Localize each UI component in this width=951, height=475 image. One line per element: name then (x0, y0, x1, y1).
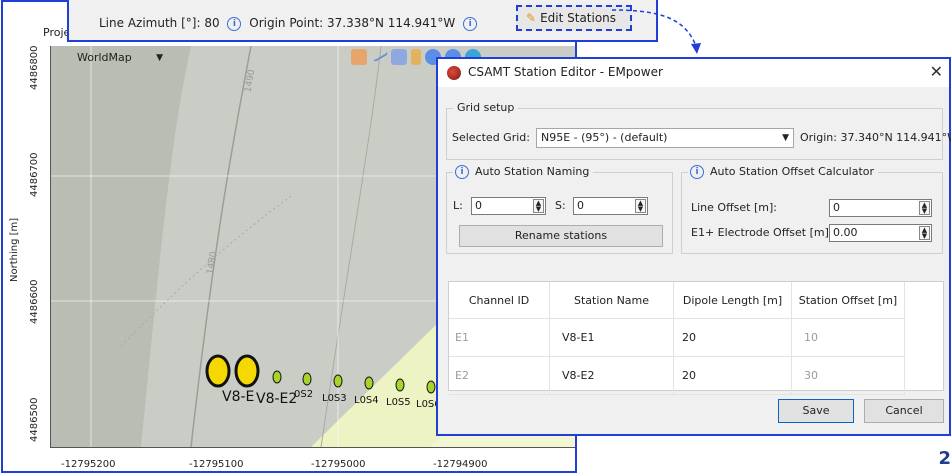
column-header[interactable]: Channel ID (449, 282, 550, 319)
grid-select-value: N95E - (95°) - (default) (541, 131, 668, 144)
l-label: L: (453, 199, 463, 212)
station-marker[interactable] (395, 378, 405, 392)
stepper-arrows-icon[interactable]: ▲ ▼ (919, 226, 930, 240)
line-number-stepper[interactable]: 0 ▲ ▼ (471, 197, 546, 215)
x-tick-label: -12795000 (311, 459, 366, 470)
table-header-row: Channel ID Station Name Dipole Length [m… (449, 282, 905, 319)
page-number: 2 (938, 448, 951, 469)
station-label: L0S4 (354, 395, 379, 406)
origin-label: Origin Point: (249, 16, 324, 30)
station-name-cell[interactable]: V8-E1 (549, 318, 674, 357)
y-tick-label: 4486800 (29, 45, 40, 90)
dialog-titlebar[interactable]: CSAMT Station Editor - EMpower ✕ (438, 59, 949, 87)
station-marker[interactable] (205, 354, 231, 388)
azimuth-label: Line Azimuth [°]: (99, 16, 201, 30)
chevron-down-icon: ▼ (156, 53, 163, 63)
station-name-cell[interactable]: V8-E2 (549, 356, 674, 395)
stepper-arrows-icon[interactable]: ▲ ▼ (919, 201, 930, 215)
rename-stations-button[interactable]: Rename stations (459, 225, 663, 247)
channel-id-cell: E2 (449, 356, 550, 395)
dipole-length-cell[interactable]: 20 (673, 318, 792, 357)
line-offset-value: 0 (833, 201, 840, 214)
chevron-down-icon: ▼ (782, 133, 789, 143)
station-number-value: 0 (577, 199, 584, 212)
e1-offset-label: E1+ Electrode Offset [m]: (691, 226, 833, 239)
info-icon[interactable]: i (463, 16, 478, 31)
group-title: i Auto Station Offset Calculator (688, 165, 879, 179)
y-axis-label: Northing [m] (9, 217, 20, 282)
e1-offset-stepper[interactable]: 0.00 ▲ ▼ (829, 224, 932, 242)
rectangle-tool-icon[interactable] (391, 49, 407, 65)
station-marker[interactable] (333, 374, 343, 388)
grid-select[interactable]: N95E - (95°) - (default) ▼ (536, 128, 794, 148)
cancel-button[interactable]: Cancel (864, 399, 944, 423)
column-header[interactable]: Dipole Length [m] (673, 282, 792, 319)
x-tick-label: -12794900 (433, 459, 488, 470)
table-row[interactable]: E2 V8-E2 20 30 (449, 356, 905, 395)
basemap-select[interactable]: WorldMap ▼ (71, 48, 167, 68)
save-button[interactable]: Save (778, 399, 854, 423)
stepper-arrows-icon[interactable]: ▲ ▼ (533, 199, 544, 213)
naming-title: Auto Station Naming (475, 165, 590, 178)
station-label: V8-E (222, 389, 255, 405)
station-offset-cell: 30 (791, 356, 905, 395)
close-icon[interactable]: ✕ (930, 62, 943, 81)
x-tick-label: -12795200 (61, 459, 116, 470)
offset-title: Auto Station Offset Calculator (710, 165, 875, 178)
column-header[interactable]: Station Name (549, 282, 674, 319)
grid-origin-text: Origin: 37.340°N 114.941°W (800, 131, 951, 144)
station-marker[interactable] (234, 354, 260, 388)
station-offset-cell: 10 (791, 318, 905, 357)
station-number-stepper[interactable]: 0 ▲ ▼ (573, 197, 648, 215)
y-tick-label: 4486700 (29, 152, 40, 197)
channel-id-cell: E1 (449, 318, 550, 357)
auto-naming-group: i Auto Station Naming L: 0 ▲ ▼ S: 0 ▲ ▼ Ren… (446, 165, 673, 254)
offset-calculator-group: i Auto Station Offset Calculator Line Off… (681, 165, 943, 254)
pan-hand-icon[interactable] (351, 49, 367, 65)
station-marker[interactable] (302, 372, 312, 386)
e1-offset-value: 0.00 (833, 226, 858, 239)
info-icon[interactable]: i (455, 165, 469, 179)
ruler-icon[interactable] (411, 49, 421, 65)
dipole-length-cell[interactable]: 20 (673, 356, 792, 395)
info-icon[interactable]: i (690, 165, 704, 179)
app-logo-icon (447, 66, 461, 80)
station-label: V8-E2 (256, 391, 298, 407)
station-label: 0S2 (294, 389, 314, 400)
column-header[interactable]: Station Offset [m] (791, 282, 905, 319)
origin-value: 37.338°N 114.941°W (327, 16, 456, 30)
channel-table: Channel ID Station Name Dipole Length [m… (448, 281, 944, 395)
y-tick-label: 4486600 (29, 279, 40, 324)
station-editor-dialog: CSAMT Station Editor - EMpower ✕ Grid se… (436, 57, 951, 436)
azimuth-value: 80 (204, 16, 220, 30)
selected-grid-label: Selected Grid: (452, 131, 530, 144)
callout-arrow (611, 9, 701, 54)
group-title: Grid setup (453, 101, 519, 114)
station-marker[interactable] (364, 376, 374, 390)
station-label: L0S3 (322, 393, 347, 404)
station-marker[interactable] (272, 370, 282, 384)
group-title: i Auto Station Naming (453, 165, 594, 179)
table-row[interactable]: E1 V8-E1 20 10 (449, 318, 905, 357)
line-offset-label: Line Offset [m]: (691, 201, 777, 214)
line-offset-stepper[interactable]: 0 ▲ ▼ (829, 199, 932, 217)
stepper-arrows-icon[interactable]: ▲ ▼ (635, 199, 646, 213)
station-label: L0S5 (386, 397, 411, 408)
dialog-title: CSAMT Station Editor - EMpower (468, 65, 663, 79)
toolbar-info-line: Line Azimuth [°]: 80 i Origin Point: 37.… (99, 16, 481, 31)
x-tick-label: -12795100 (189, 459, 244, 470)
basemap-select-value: WorldMap (77, 51, 132, 64)
station-marker[interactable] (426, 380, 436, 394)
line-number-value: 0 (475, 199, 482, 212)
pencil-icon: ✎ (526, 11, 537, 25)
s-label: S: (555, 199, 566, 212)
grid-setup-group: Grid setup Selected Grid: N95E - (95°) -… (446, 101, 951, 160)
y-tick-label: 4486500 (29, 397, 40, 442)
info-icon[interactable]: i (227, 16, 242, 31)
line-tool-icon[interactable] (369, 45, 389, 63)
